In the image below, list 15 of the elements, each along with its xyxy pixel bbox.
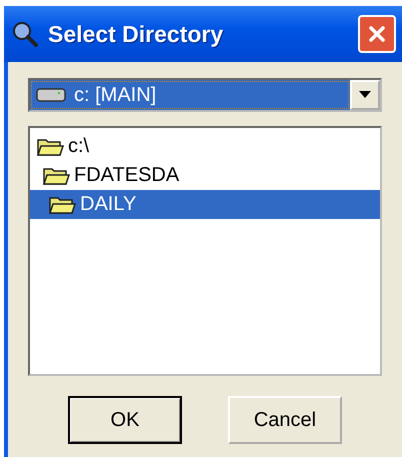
drive-icon: [36, 87, 66, 103]
dialog-button[interactable]: OK: [68, 396, 182, 444]
close-button[interactable]: [358, 15, 396, 53]
folder-icon: [36, 136, 64, 156]
folder-item[interactable]: DAILY: [30, 190, 380, 219]
folder-icon: [48, 194, 76, 214]
folder-item[interactable]: FDATESDA: [30, 161, 380, 190]
window-title: Select Directory: [48, 20, 224, 48]
drive-value: c: [MAIN]: [74, 84, 156, 106]
folder-icon: [42, 166, 70, 186]
folder-item[interactable]: c:\: [30, 132, 380, 161]
magnifier-icon: [12, 21, 38, 47]
dialog-button[interactable]: Cancel: [228, 396, 342, 444]
drive-dropdown[interactable]: c: [MAIN]: [28, 78, 382, 112]
close-icon: [367, 24, 387, 44]
